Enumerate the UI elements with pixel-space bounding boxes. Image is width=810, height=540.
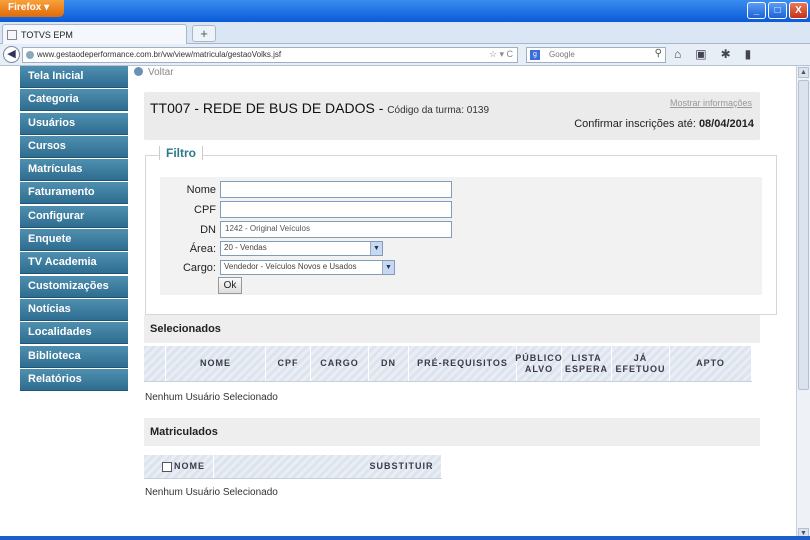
new-tab-button[interactable]: +: [192, 25, 216, 42]
matriculados-table-header: NOME SUBSTITUIR: [144, 455, 442, 479]
column-header-nome[interactable]: NOME: [174, 455, 214, 478]
sidebar-item-tela-inicial[interactable]: Tela Inicial: [20, 66, 128, 88]
column-header-pre-requisitos[interactable]: PRÉ-REQUISITOS: [409, 346, 517, 381]
matriculados-empty-message: Nenhum Usuário Selecionado: [145, 487, 278, 498]
selecionados-empty-message: Nenhum Usuário Selecionado: [145, 392, 278, 403]
chevron-down-icon[interactable]: ▼: [370, 242, 382, 255]
minimize-button[interactable]: _: [747, 2, 766, 19]
maximize-button[interactable]: □: [768, 2, 787, 19]
chevron-down-icon[interactable]: ▼: [382, 261, 394, 274]
nome-row: Nome: [160, 181, 452, 198]
column-header-cpf[interactable]: CPF: [266, 346, 311, 381]
course-header: TT007 - REDE DE BUS DE DADOS - Código da…: [144, 92, 760, 140]
search-placeholder: Google: [549, 50, 575, 59]
class-code: Código da turma: 0139: [387, 105, 490, 116]
select-all-checkbox[interactable]: [162, 461, 172, 472]
dn-input[interactable]: 1242 - Original Veículos: [220, 221, 452, 238]
url-text: www.gestaodeperformance.com.br/vw/view/m…: [37, 50, 282, 59]
matriculados-heading: Matriculados: [144, 418, 760, 446]
area-label: Área:: [189, 242, 216, 255]
google-icon: g: [530, 50, 540, 60]
back-arrow-icon: [134, 67, 143, 76]
sidebar-item-enquete[interactable]: Enquete: [20, 229, 128, 252]
home-icon[interactable]: ⌂: [674, 47, 681, 61]
sidebar-item-noticias[interactable]: Notícias: [20, 298, 128, 321]
column-header-publico-alvo[interactable]: PÚBLICO ALVO: [515, 346, 562, 381]
window-titlebar: Firefox ▾ _ □ X: [0, 0, 810, 22]
sidebar-item-configurar[interactable]: Configurar: [20, 205, 128, 228]
voltar-label: Voltar: [148, 67, 174, 78]
selecionados-heading: Selecionados: [144, 315, 760, 343]
site-identity-icon: [26, 51, 34, 59]
cargo-select[interactable]: Vendedor - Veículos Novos e Usados ▼: [220, 260, 395, 275]
cpf-input[interactable]: [220, 201, 452, 218]
show-info-link[interactable]: Mostrar informações: [670, 98, 752, 108]
tab-title: TOTVS EPM: [21, 29, 73, 40]
column-header-dn[interactable]: DN: [369, 346, 409, 381]
back-button[interactable]: ◀: [3, 46, 20, 63]
cpf-row: CPF: [160, 201, 452, 218]
bookmark-star-icon[interactable]: ☆ ▾ C: [489, 49, 513, 60]
toolbar-icons: ⌂ ▣ ✱ ▮: [674, 47, 751, 61]
sidebar-item-tv-academia[interactable]: TV Academia: [20, 252, 128, 275]
voltar-link[interactable]: Voltar: [134, 67, 174, 78]
dn-row: DN 1242 - Original Veículos: [160, 221, 452, 238]
nome-input[interactable]: [220, 181, 452, 198]
sidebar-item-usuarios[interactable]: Usuários: [20, 112, 128, 135]
navigation-bar: ◀ www.gestaodeperformance.com.br/vw/view…: [0, 44, 810, 66]
selecionados-table-header: NOME CPF CARGO DN PRÉ-REQUISITOS PÚBLICO…: [144, 346, 752, 382]
sidebar-item-customizacoes[interactable]: Customizações: [20, 275, 128, 298]
column-spacer: [144, 346, 166, 381]
window-bottom-border: [0, 536, 810, 540]
column-header-substituir[interactable]: SUBSTITUIR: [362, 455, 442, 478]
sidebar-item-faturamento[interactable]: Faturamento: [20, 182, 128, 205]
sidebar-item-matriculas[interactable]: Matrículas: [20, 159, 128, 182]
page-scrollbar[interactable]: ▲ ▼: [796, 66, 810, 540]
scroll-up-icon[interactable]: ▲: [798, 67, 809, 78]
cargo-row: Cargo: Vendedor - Veículos Novos e Usado…: [160, 260, 395, 275]
addons-icon[interactable]: ✱: [721, 47, 731, 61]
confirm-date: 08/04/2014: [698, 118, 754, 130]
column-header-ja-efetuou[interactable]: JÁ EFETUOU: [612, 346, 670, 381]
area-selected: 20 - Vendas: [224, 243, 267, 252]
column-header-cargo[interactable]: CARGO: [311, 346, 369, 381]
cargo-label: Cargo:: [182, 261, 216, 274]
nome-label: Nome: [186, 183, 216, 196]
search-bar[interactable]: g Google ⚲: [526, 47, 666, 63]
course-name: TT007 - REDE DE BUS DE DADOS -: [150, 100, 388, 116]
column-header-lista-espera[interactable]: LISTA ESPERA: [562, 346, 612, 381]
sidebar-item-cursos[interactable]: Cursos: [20, 135, 128, 158]
cargo-selected: Vendedor - Veículos Novos e Usados: [224, 262, 357, 271]
ok-button[interactable]: Ok: [218, 277, 242, 294]
tab-totvs-epm[interactable]: TOTVS EPM: [2, 24, 187, 44]
sidebar-menu: Tela Inicial Categoria Usuários Cursos M…: [20, 66, 128, 392]
sidebar-item-relatorios[interactable]: Relatórios: [20, 368, 128, 391]
cpf-label: CPF: [194, 203, 216, 216]
confirm-deadline: Confirmar inscrições até: 08/04/2014: [574, 118, 754, 130]
sidebar-item-categoria[interactable]: Categoria: [20, 89, 128, 112]
dn-label: DN: [200, 223, 216, 236]
area-row: Área: 20 - Vendas ▼: [160, 241, 383, 256]
scroll-thumb[interactable]: [798, 80, 809, 390]
sidebar-item-localidades[interactable]: Localidades: [20, 322, 128, 345]
url-bar[interactable]: www.gestaodeperformance.com.br/vw/view/m…: [22, 47, 518, 63]
course-title: TT007 - REDE DE BUS DE DADOS - Código da…: [150, 100, 489, 116]
filter-legend: Filtro: [159, 146, 203, 160]
column-header-nome[interactable]: NOME: [166, 346, 266, 381]
bookmarks-icon[interactable]: ▮: [745, 47, 752, 61]
page-icon: [7, 29, 17, 40]
firefox-menu-button[interactable]: Firefox ▾: [0, 0, 64, 17]
downloads-icon[interactable]: ▣: [695, 47, 706, 61]
tab-bar: TOTVS EPM +: [0, 22, 810, 44]
search-icon[interactable]: ⚲: [655, 48, 662, 59]
area-select[interactable]: 20 - Vendas ▼: [220, 241, 383, 256]
window-controls: _ □ X: [747, 2, 808, 19]
sidebar-item-biblioteca[interactable]: Biblioteca: [20, 345, 128, 368]
column-header-apto[interactable]: APTO: [670, 346, 752, 381]
close-button[interactable]: X: [789, 2, 808, 19]
confirm-label: Confirmar inscrições até:: [574, 118, 699, 130]
